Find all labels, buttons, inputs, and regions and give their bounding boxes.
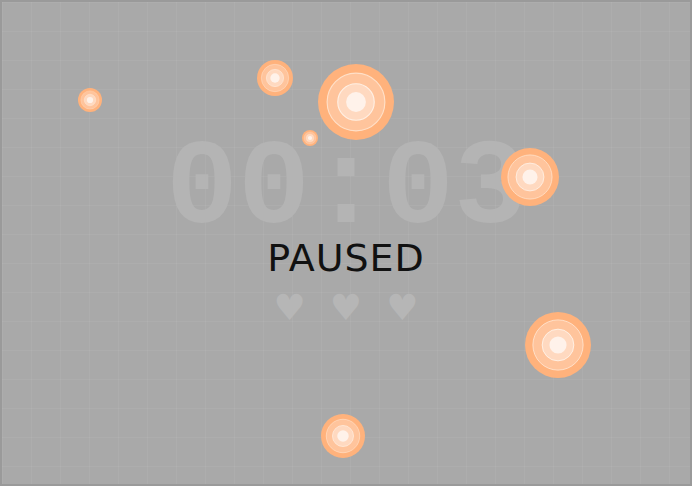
- target[interactable]: [525, 312, 591, 378]
- target[interactable]: [78, 88, 102, 112]
- hud: 00:03PAUSED ♥ ♥ ♥: [2, 130, 690, 326]
- lives: ♥ ♥ ♥: [274, 290, 419, 326]
- game-board: 00:03PAUSED ♥ ♥ ♥: [0, 0, 692, 486]
- heart-icon: ♥: [386, 290, 418, 326]
- target[interactable]: [318, 64, 394, 140]
- target[interactable]: [501, 148, 559, 206]
- target[interactable]: [321, 414, 365, 458]
- target[interactable]: [257, 60, 293, 96]
- paused-label: PAUSED: [267, 238, 425, 280]
- timer: 00:03: [166, 130, 526, 250]
- heart-icon: ♥: [274, 290, 306, 326]
- target[interactable]: [302, 130, 318, 146]
- heart-icon: ♥: [330, 290, 362, 326]
